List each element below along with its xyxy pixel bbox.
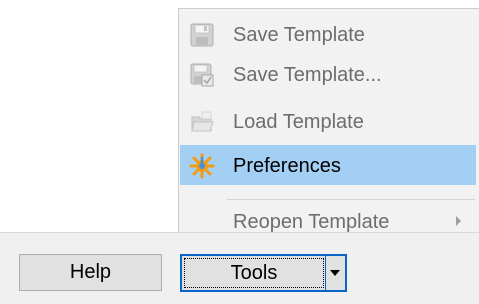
help-button[interactable]: Help [19, 254, 162, 291]
menu-item-save-template[interactable]: Save Template [180, 14, 476, 54]
floppy-disk-icon [190, 23, 214, 47]
menu-item-save-template-as[interactable]: Save Template... [180, 54, 476, 94]
gear-icon [189, 153, 215, 179]
menu-item-label: Save Template... [233, 64, 382, 86]
menu-item-preferences[interactable]: Preferences [180, 145, 476, 185]
tools-split-button[interactable]: Tools [180, 254, 347, 292]
folder-open-icon [191, 111, 214, 132]
tools-button[interactable]: Tools [184, 258, 324, 288]
menu-separator [227, 199, 475, 200]
floppy-disk-save-as-icon [190, 63, 214, 87]
tools-dropdown-arrow[interactable] [325, 256, 345, 290]
button-bar: Help Tools [0, 232, 479, 304]
menu-item-label: Load Template [233, 111, 364, 133]
menu-item-load-template[interactable]: Load Template [180, 101, 476, 141]
chevron-down-icon [330, 270, 340, 276]
menu-item-label: Reopen Template [233, 211, 390, 233]
menu-item-label: Save Template [233, 24, 365, 46]
menu-item-label: Preferences [233, 155, 341, 177]
submenu-arrow-icon [456, 216, 461, 226]
tools-popup-menu: Save Template Save Template... Load Temp… [178, 8, 479, 244]
